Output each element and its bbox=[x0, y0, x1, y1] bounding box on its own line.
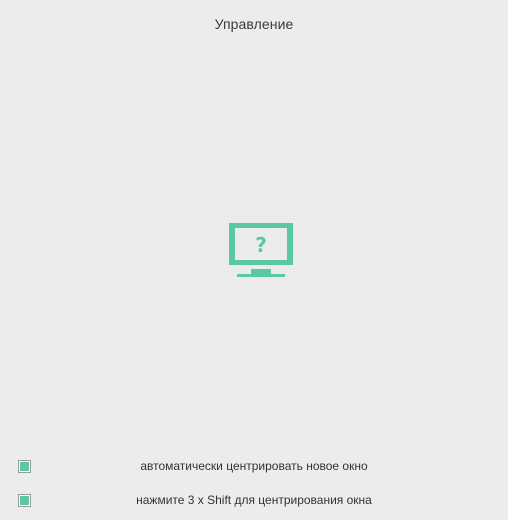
monitor-question-icon: ? bbox=[227, 221, 295, 279]
shift-center-checkbox[interactable] bbox=[18, 493, 31, 507]
auto-center-checkbox[interactable] bbox=[18, 459, 31, 473]
auto-center-label: автоматически центрировать новое окно bbox=[140, 459, 368, 473]
auto-center-option[interactable]: автоматически центрировать новое окно bbox=[18, 456, 490, 476]
checkbox-checked-mark bbox=[20, 495, 29, 505]
app-window: Управление ? автоматически центрировать … bbox=[0, 0, 508, 520]
shift-center-label: нажмите 3 x Shift для центрирования окна bbox=[136, 493, 372, 507]
question-glyph: ? bbox=[255, 233, 267, 257]
shift-center-option[interactable]: нажмите 3 x Shift для центрирования окна bbox=[18, 490, 490, 510]
page-title: Управление bbox=[214, 16, 294, 32]
checkbox-checked-mark bbox=[20, 461, 29, 471]
